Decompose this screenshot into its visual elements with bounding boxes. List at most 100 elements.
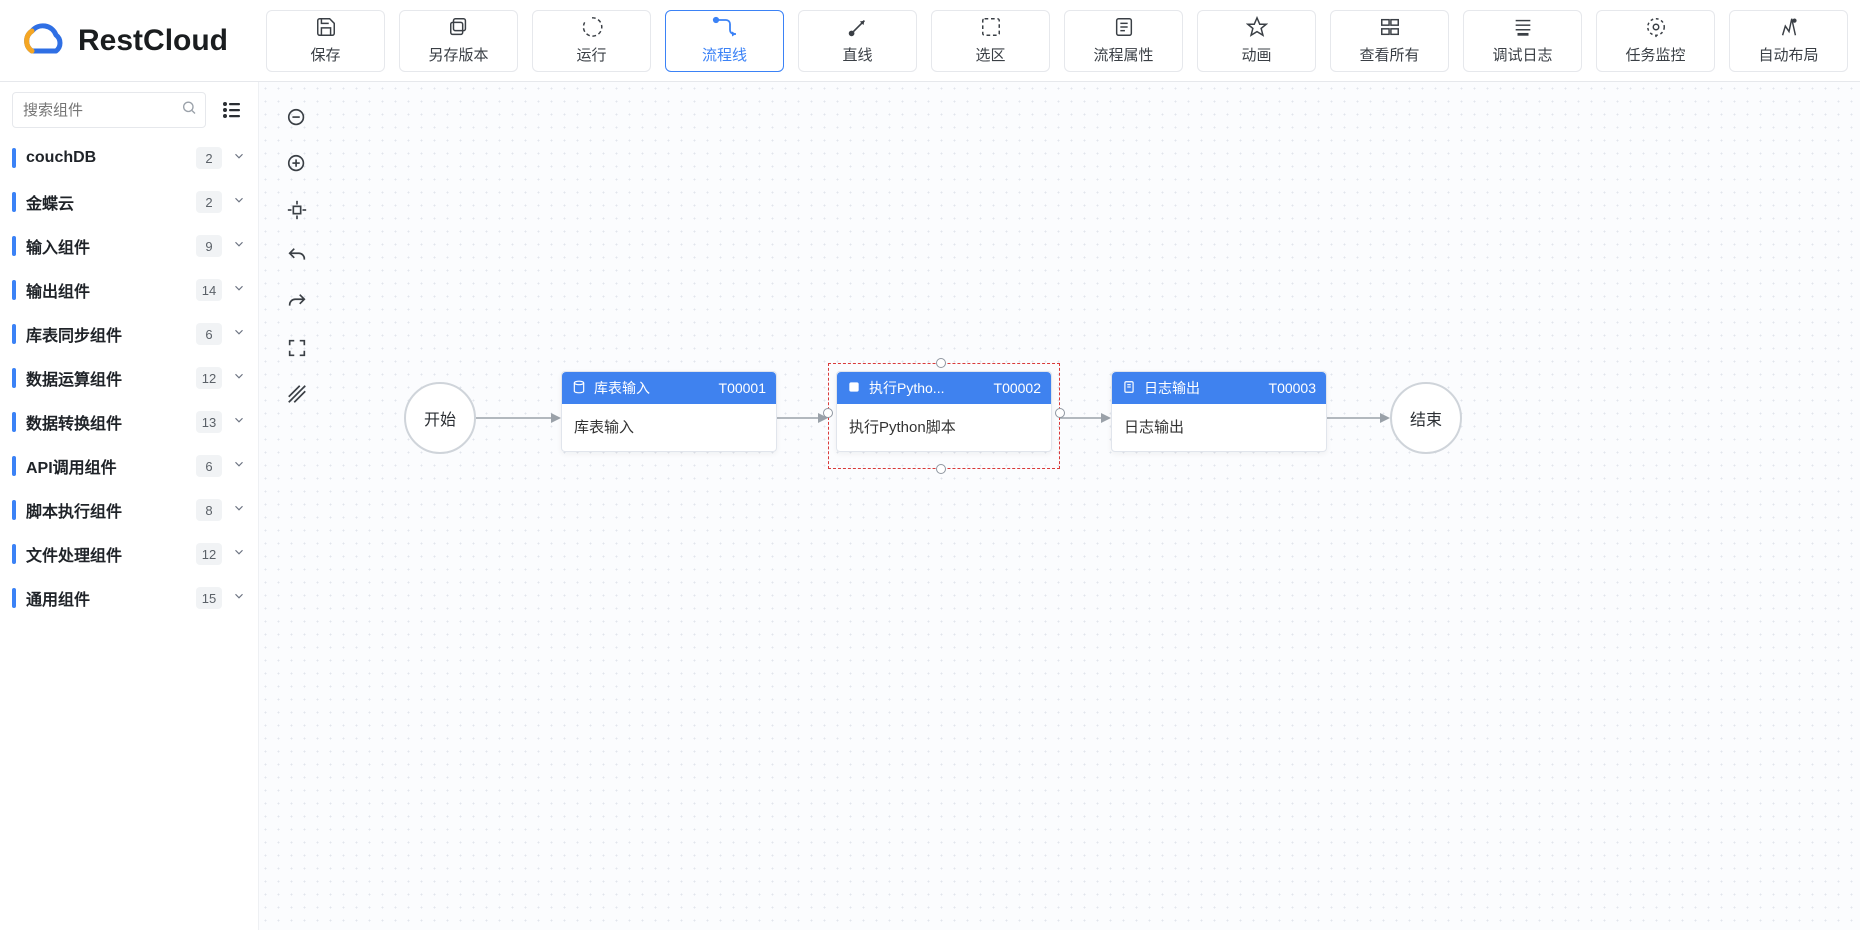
category-accent bbox=[12, 236, 16, 256]
toolbar-monitor-button[interactable]: 任务监控 bbox=[1596, 10, 1715, 72]
category-label: API调用组件 bbox=[26, 454, 196, 478]
monitor-icon bbox=[1645, 16, 1667, 38]
log-icon bbox=[1122, 380, 1136, 397]
category-item[interactable]: 通用组件15 bbox=[12, 576, 246, 620]
chevron-down-icon bbox=[232, 545, 246, 564]
toolbar-run-button[interactable]: 运行 bbox=[532, 10, 651, 72]
toolbar-label: 另存版本 bbox=[428, 44, 488, 65]
straight-icon bbox=[847, 16, 869, 38]
category-count: 2 bbox=[196, 191, 222, 213]
toolbar-properties-button[interactable]: 流程属性 bbox=[1064, 10, 1183, 72]
chevron-down-icon bbox=[232, 589, 246, 608]
python-icon bbox=[847, 380, 861, 397]
canvas[interactable]: 开始 结束 库表输入T00001库表输入执行Pytho...T00002执行Pyth… bbox=[259, 82, 1860, 930]
category-label: couchDB bbox=[26, 149, 196, 167]
list-mode-icon[interactable] bbox=[218, 96, 246, 124]
search-wrap bbox=[12, 92, 206, 128]
canvas-fit-button[interactable] bbox=[281, 196, 313, 228]
node-header: 日志输出T00003 bbox=[1112, 372, 1326, 404]
chevron-down-icon bbox=[232, 193, 246, 212]
canvas-undo-button[interactable] bbox=[281, 242, 313, 274]
flow-node[interactable]: 日志输出T00003日志输出 bbox=[1111, 371, 1327, 452]
end-node[interactable]: 结束 bbox=[1390, 382, 1462, 454]
category-count: 12 bbox=[196, 543, 222, 565]
selection-handle[interactable] bbox=[936, 464, 946, 474]
category-item[interactable]: 输出组件14 bbox=[12, 268, 246, 312]
category-accent bbox=[12, 148, 16, 168]
category-item[interactable]: 输入组件9 bbox=[12, 224, 246, 268]
start-label: 开始 bbox=[424, 406, 456, 430]
canvas-toolbar bbox=[281, 104, 313, 412]
properties-icon bbox=[1113, 16, 1135, 38]
toolbar-straight-button[interactable]: 直线 bbox=[798, 10, 917, 72]
selection-handle[interactable] bbox=[823, 408, 833, 418]
category-item[interactable]: 数据运算组件12 bbox=[12, 356, 246, 400]
selection-handle[interactable] bbox=[936, 358, 946, 368]
category-label: 输入组件 bbox=[26, 234, 196, 258]
search-row bbox=[12, 92, 246, 128]
selection-handle[interactable] bbox=[1055, 408, 1065, 418]
canvas-redo-button[interactable] bbox=[281, 288, 313, 320]
category-count: 15 bbox=[196, 587, 222, 609]
category-label: 库表同步组件 bbox=[26, 322, 196, 346]
toolbar-selection-button[interactable]: 选区 bbox=[931, 10, 1050, 72]
toolbar-auto-layout-button[interactable]: 自动布局 bbox=[1729, 10, 1848, 72]
category-accent bbox=[12, 368, 16, 388]
toolbar-animation-button[interactable]: 动画 bbox=[1197, 10, 1316, 72]
zoom-in-icon bbox=[286, 153, 308, 180]
search-input[interactable] bbox=[13, 93, 205, 127]
node-title: 执行Pytho... bbox=[869, 378, 944, 398]
canvas-zoom-in-button[interactable] bbox=[281, 150, 313, 182]
chevron-down-icon bbox=[232, 501, 246, 520]
texture-icon bbox=[286, 383, 308, 410]
node-body: 日志输出 bbox=[1112, 404, 1326, 451]
toolbar-label: 直线 bbox=[842, 44, 872, 65]
node-body: 执行Python脚本 bbox=[837, 404, 1051, 451]
category-count: 6 bbox=[196, 323, 222, 345]
category-count: 8 bbox=[196, 499, 222, 521]
toolbar-view-all-button[interactable]: 查看所有 bbox=[1330, 10, 1449, 72]
flow-node[interactable]: 执行Pytho...T00002执行Python脚本 bbox=[836, 371, 1052, 452]
canvas-zoom-out-button[interactable] bbox=[281, 104, 313, 136]
save-as-icon bbox=[448, 16, 470, 38]
category-item[interactable]: 库表同步组件6 bbox=[12, 312, 246, 356]
undo-icon bbox=[286, 245, 308, 272]
body: couchDB2金蝶云2输入组件9输出组件14库表同步组件6数据运算组件12数据… bbox=[0, 82, 1860, 930]
logo: RestCloud bbox=[12, 21, 266, 61]
toolbar-flow-line-button[interactable]: 流程线 bbox=[665, 10, 784, 72]
category-item[interactable]: couchDB2 bbox=[12, 136, 246, 180]
search-icon[interactable] bbox=[181, 100, 197, 121]
fullscreen-icon bbox=[286, 337, 308, 364]
flow-node[interactable]: 库表输入T00001库表输入 bbox=[561, 371, 777, 452]
toolbar-save-as-button[interactable]: 另存版本 bbox=[399, 10, 518, 72]
save-icon bbox=[315, 16, 337, 38]
toolbar-debug-log-button[interactable]: 调试日志 bbox=[1463, 10, 1582, 72]
category-accent bbox=[12, 192, 16, 212]
node-body: 库表输入 bbox=[562, 404, 776, 451]
category-accent bbox=[12, 544, 16, 564]
node-id: T00003 bbox=[1269, 380, 1316, 396]
canvas-fullscreen-button[interactable] bbox=[281, 334, 313, 366]
category-item[interactable]: 脚本执行组件8 bbox=[12, 488, 246, 532]
db-icon bbox=[572, 380, 586, 397]
toolbar-save-button[interactable]: 保存 bbox=[266, 10, 385, 72]
category-label: 脚本执行组件 bbox=[26, 498, 196, 522]
canvas-texture-button[interactable] bbox=[281, 380, 313, 412]
category-item[interactable]: 数据转换组件13 bbox=[12, 400, 246, 444]
category-item[interactable]: API调用组件6 bbox=[12, 444, 246, 488]
category-item[interactable]: 金蝶云2 bbox=[12, 180, 246, 224]
category-label: 输出组件 bbox=[26, 278, 196, 302]
category-count: 2 bbox=[196, 147, 222, 169]
toolbar-label: 动画 bbox=[1241, 44, 1271, 65]
category-item[interactable]: 文件处理组件12 bbox=[12, 532, 246, 576]
category-count: 14 bbox=[196, 279, 222, 301]
start-node[interactable]: 开始 bbox=[404, 382, 476, 454]
category-list: couchDB2金蝶云2输入组件9输出组件14库表同步组件6数据运算组件12数据… bbox=[12, 136, 246, 620]
category-accent bbox=[12, 280, 16, 300]
selection-icon bbox=[980, 16, 1002, 38]
chevron-down-icon bbox=[232, 237, 246, 256]
toolbar-label: 调试日志 bbox=[1492, 44, 1552, 65]
redo-icon bbox=[286, 291, 308, 318]
category-count: 6 bbox=[196, 455, 222, 477]
cloud-icon bbox=[12, 21, 68, 61]
